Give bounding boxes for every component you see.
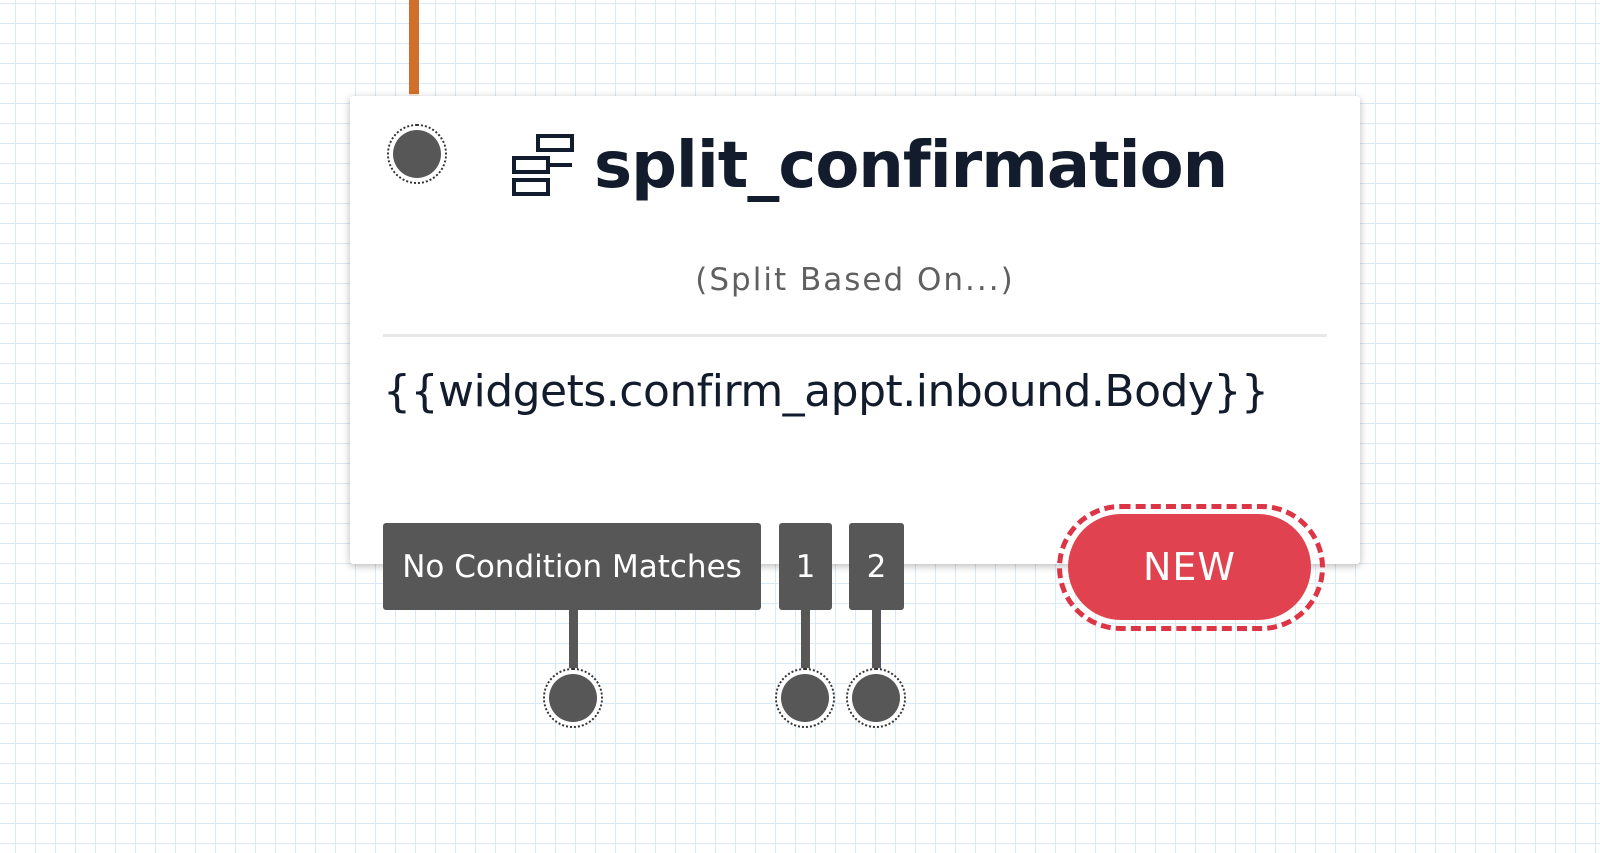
split-icon (512, 134, 574, 196)
split-widget-card[interactable]: split_confirmation (Split Based On...) {… (350, 96, 1360, 564)
widget-header: split_confirmation (510, 126, 1228, 206)
divider (383, 334, 1327, 337)
transition-no-condition-matches[interactable]: No Condition Matches (383, 523, 761, 610)
output-port-2[interactable] (852, 674, 900, 722)
output-port-no-condition[interactable] (549, 674, 597, 722)
widget-subtitle: (Split Based On...) (695, 262, 1015, 298)
widget-title: split_confirmation (594, 129, 1228, 203)
incoming-connection-line (409, 0, 419, 94)
split-expression: {{widgets.confirm_appt.inbound.Body}} (383, 366, 1269, 417)
new-transition-button[interactable]: NEW (1068, 514, 1311, 620)
transition-1[interactable]: 1 (779, 523, 832, 610)
output-port-1[interactable] (781, 674, 829, 722)
flow-canvas[interactable]: split_confirmation (Split Based On...) {… (0, 0, 1600, 853)
transition-2[interactable]: 2 (849, 523, 904, 610)
input-port[interactable] (393, 130, 441, 178)
